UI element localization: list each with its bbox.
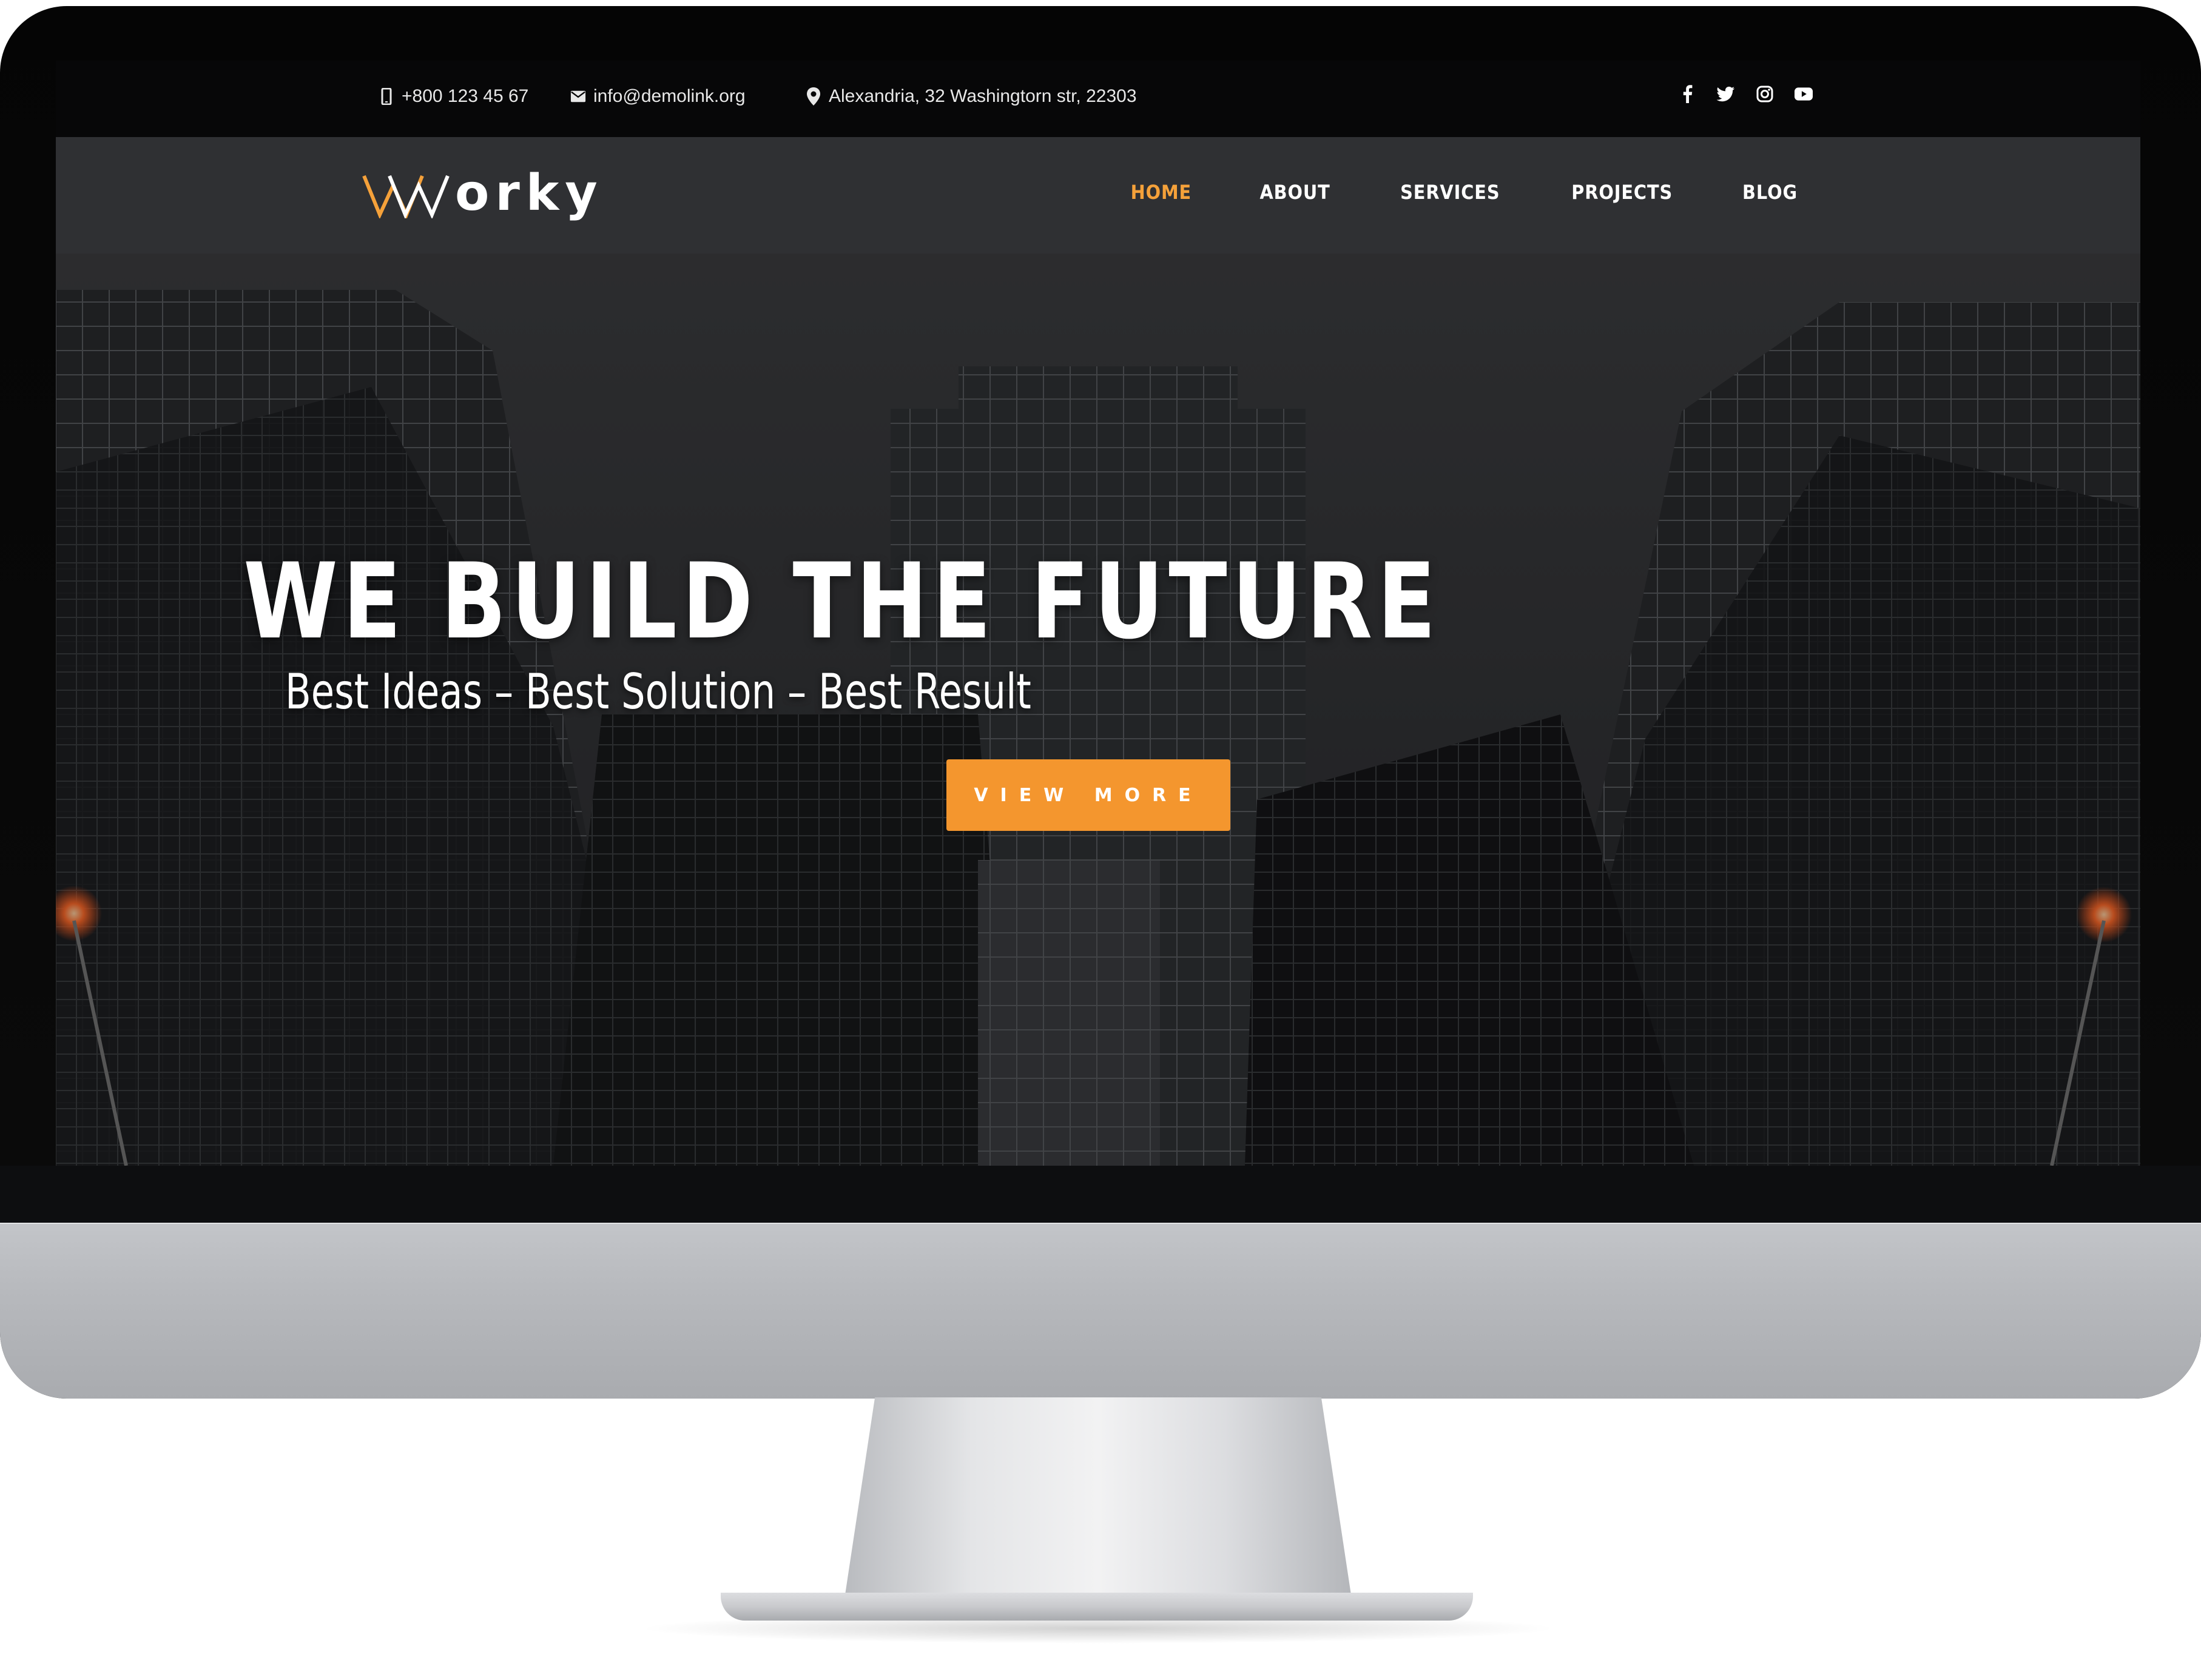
monitor-stand-neck [844,1397,1352,1599]
hero-subtitle: Best Ideas – Best Solution – Best Result [285,664,1031,720]
mobile-phone-icon [379,87,394,106]
monitor-stand-base [721,1593,1473,1621]
logo-text: orky [455,164,604,222]
email-address: info@demolink.org [593,86,746,106]
email-contact[interactable]: info@demolink.org [570,86,746,107]
map-pin-icon [806,87,821,106]
worky-logo[interactable]: orky [362,169,604,218]
screen-bezel-bottom [0,1166,2201,1223]
main-nav: HOME ABOUT SERVICES PROJECTS BLOG [1127,181,1801,204]
instagram-icon[interactable] [1756,85,1774,103]
youtube-icon[interactable] [1795,85,1813,103]
twitter-icon[interactable] [1717,85,1735,103]
hero-title: WE BUILD THE FUTURE [243,540,1441,662]
nav-item-home[interactable]: HOME [1131,181,1192,204]
address-text: Alexandria, 32 Washingtorn str, 22303 [829,86,1137,106]
logo-w-mark-icon [362,175,450,218]
main-navbar: orky HOME ABOUT SERVICES PROJECTS BLOG [56,137,2140,254]
hero-section: WE BUILD THE FUTURE Best Ideas – Best So… [56,254,2140,1166]
nav-item-services[interactable]: SERVICES [1400,181,1500,204]
social-links [1678,85,1813,103]
monitor-frame: +800 123 45 67 info@demolink.org Alexand… [0,6,2201,1399]
view-more-button[interactable]: VIEW MORE [946,759,1230,831]
phone-contact[interactable]: +800 123 45 67 [379,86,528,107]
phone-number: +800 123 45 67 [402,86,529,106]
monitor-chin [0,1221,2201,1399]
facebook-icon[interactable] [1678,85,1696,103]
nav-item-about[interactable]: ABOUT [1259,181,1330,204]
nav-item-blog[interactable]: BLOG [1742,181,1798,204]
website-screen: +800 123 45 67 info@demolink.org Alexand… [56,61,2140,1166]
top-info-bar: +800 123 45 67 info@demolink.org Alexand… [56,61,2140,137]
envelope-icon [570,87,586,106]
address-contact: Alexandria, 32 Washingtorn str, 22303 [806,86,1137,107]
nav-item-projects[interactable]: PROJECTS [1572,181,1673,204]
